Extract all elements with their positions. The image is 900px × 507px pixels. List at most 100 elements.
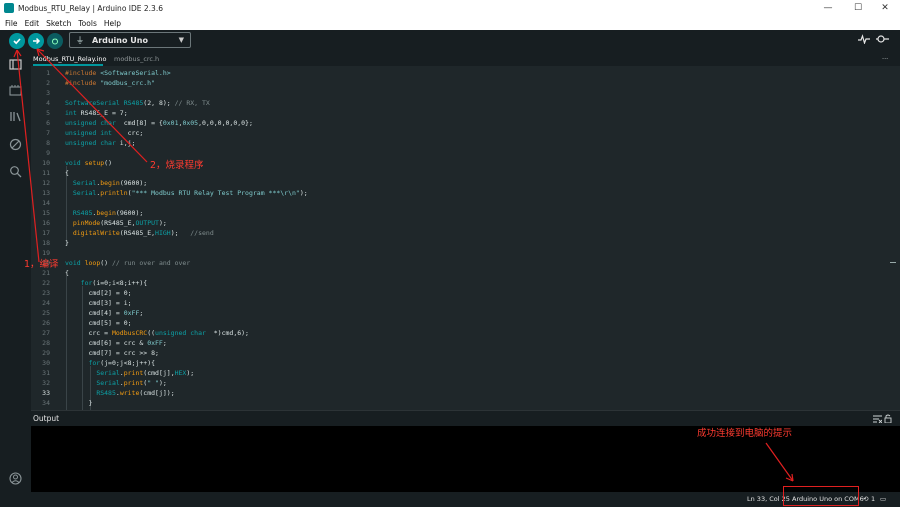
line-number: 31 — [42, 369, 50, 377]
clear-output-icon[interactable] — [873, 415, 882, 423]
menu-help[interactable]: Help — [104, 19, 121, 28]
minimize-button[interactable]: — — [813, 0, 843, 16]
code-text: cmd[2] = 0; — [65, 289, 132, 297]
code-text: Serial.println("*** Modbus RTU Relay Tes… — [72, 189, 308, 197]
board-name: Arduino Uno — [92, 35, 148, 45]
code-line[interactable]: 28 cmd[6] = crc & 0xFF; — [31, 338, 891, 348]
code-line[interactable]: 24 cmd[3] = i; — [31, 298, 891, 308]
notifications-icon[interactable]: ⟲ — [863, 495, 868, 503]
code-line[interactable]: 27 crc = ModbusCRC((unsigned char *)cmd,… — [31, 328, 891, 338]
code-line[interactable]: 12 Serial.begin(9600); — [31, 178, 891, 188]
line-number: 16 — [42, 219, 50, 227]
code-text: void setup() — [65, 159, 112, 167]
lock-scroll-icon[interactable] — [884, 414, 892, 423]
verify-button[interactable] — [9, 33, 25, 49]
editor-tabs: Modbus_RTU_Relay.ino modbus_crc.h ··· — [31, 52, 900, 66]
tab-modbus-rtu-relay[interactable]: Modbus_RTU_Relay.ino — [33, 55, 107, 63]
code-text: #include <SoftwareSerial.h> — [65, 69, 171, 77]
code-line[interactable]: 23 cmd[2] = 0; — [31, 288, 891, 298]
code-line[interactable]: 1 #include <SoftwareSerial.h> — [31, 68, 891, 78]
menu-tools[interactable]: Tools — [78, 19, 96, 28]
code-line[interactable]: 6 unsigned char cmd[8] = {0x01,0x05,0,0,0… — [31, 118, 891, 128]
line-number: 28 — [42, 339, 50, 347]
code-line[interactable]: 32 Serial.print(" "); — [31, 378, 891, 388]
code-editor[interactable]: 1 #include <SoftwareSerial.h> 2 #include "m… — [31, 66, 900, 410]
line-number: 11 — [42, 169, 50, 177]
code-line[interactable]: 2 #include "modbus_crc.h" — [31, 78, 891, 88]
output-label: Output — [33, 414, 60, 423]
code-text: } — [65, 399, 93, 407]
code-text: SoftwareSerial RS485(2, 8); // RX, TX — [65, 99, 210, 107]
code-line[interactable]: 30 for(j=0;j<8;j++){ — [31, 358, 891, 368]
line-number: 17 — [42, 229, 50, 237]
line-number: 34 — [42, 399, 50, 407]
code-text: unsigned char cmd[8] = {0x01,0x05,0,0,0,… — [65, 119, 253, 127]
code-line[interactable]: 7 unsigned int crc; — [31, 128, 891, 138]
code-text: cmd[3] = i; — [65, 299, 132, 307]
code-text: { — [65, 269, 69, 277]
code-line[interactable]: 22 for(i=0;i<8;i++){ — [31, 278, 891, 288]
sidebar — [0, 52, 31, 507]
serial-monitor-icon[interactable] — [876, 34, 890, 47]
code-text: crc = ModbusCRC((unsigned char *)cmd,6); — [65, 329, 249, 337]
menu-edit[interactable]: Edit — [25, 19, 40, 28]
boards-manager-icon[interactable] — [9, 84, 22, 97]
toggle-output-icon[interactable]: ▭ — [880, 495, 886, 503]
status-bar: Ln 33, Col 25 Arduino Uno on COM6 ⟲ 1 ▭ — [0, 492, 900, 507]
chevron-down-icon: ▼ — [178, 36, 184, 44]
tab-more-button[interactable]: ··· — [882, 55, 888, 63]
code-line[interactable]: 8 unsigned char i,j; — [31, 138, 891, 148]
code-line[interactable]: 33 RS485.write(cmd[j]); — [31, 388, 891, 398]
code-line[interactable]: 17 digitalWrite(RS485_E,HIGH); //send — [31, 228, 891, 238]
code-line[interactable]: 16 pinMode(RS485_E,OUTPUT); — [31, 218, 891, 228]
verify-icon — [13, 38, 21, 45]
line-number: 14 — [42, 199, 50, 207]
notifications-count: 1 — [871, 495, 876, 503]
menu-file[interactable]: File — [5, 19, 18, 28]
arduino-app-icon — [4, 3, 14, 13]
menu-bar: File Edit Sketch Tools Help — [0, 16, 900, 30]
serial-plotter-icon[interactable] — [858, 34, 870, 47]
code-text: int RS485_E = 7; — [65, 109, 128, 117]
account-icon[interactable] — [9, 472, 22, 485]
code-line[interactable]: 29 cmd[7] = crc >> 8; — [31, 348, 891, 358]
code-line[interactable]: 13 Serial.println("*** Modbus RTU Relay … — [31, 188, 891, 198]
debug-panel-icon[interactable] — [9, 138, 22, 151]
board-selector[interactable]: ⏚ Arduino Uno ▼ — [69, 32, 191, 48]
code-text: digitalWrite(RS485_E,HIGH); //send — [72, 229, 214, 237]
code-line[interactable]: 5 int RS485_E = 7; — [31, 108, 891, 118]
code-line[interactable]: 14 — [31, 198, 891, 208]
code-line[interactable]: 19 — [31, 248, 891, 258]
upload-icon — [33, 37, 41, 45]
line-number: 9 — [46, 149, 50, 157]
sketchbook-icon[interactable] — [9, 58, 22, 71]
menu-sketch[interactable]: Sketch — [46, 19, 71, 28]
debug-button[interactable] — [47, 33, 63, 49]
code-text: for(i=0;i<8;i++){ — [80, 279, 148, 287]
code-line[interactable]: 4 SoftwareSerial RS485(2, 8); // RX, TX — [31, 98, 891, 108]
line-number: 23 — [42, 289, 50, 297]
library-manager-icon[interactable] — [9, 110, 22, 123]
code-line[interactable]: 25 cmd[4] = 0xFF; — [31, 308, 891, 318]
search-icon[interactable] — [9, 165, 22, 178]
code-line[interactable]: 31 Serial.print(cmd[j],HEX); — [31, 368, 891, 378]
line-number: 1 — [46, 69, 50, 77]
code-text: } — [65, 239, 69, 247]
code-text: Serial.print(cmd[j],HEX); — [96, 369, 195, 377]
close-button[interactable]: ✕ — [870, 0, 900, 16]
maximize-button[interactable]: ☐ — [843, 0, 873, 16]
code-text: RS485.begin(9600); — [72, 209, 144, 217]
line-number: 25 — [42, 309, 50, 317]
code-line[interactable]: 20 void loop() // run over and over — [31, 258, 891, 268]
line-number: 26 — [42, 319, 50, 327]
code-line[interactable]: 34 } — [31, 398, 891, 408]
tab-modbus-crc[interactable]: modbus_crc.h — [114, 55, 159, 63]
code-line[interactable]: 15 RS485.begin(9600); — [31, 208, 891, 218]
annotation-upload: 2，烧录程序 — [150, 160, 204, 171]
code-line[interactable]: 21{ — [31, 268, 891, 278]
code-line[interactable]: 18} — [31, 238, 891, 248]
line-number: 2 — [46, 79, 50, 87]
upload-button[interactable] — [28, 33, 44, 49]
code-line[interactable]: 26 cmd[5] = 0; — [31, 318, 891, 328]
code-line[interactable]: 3 — [31, 88, 891, 98]
